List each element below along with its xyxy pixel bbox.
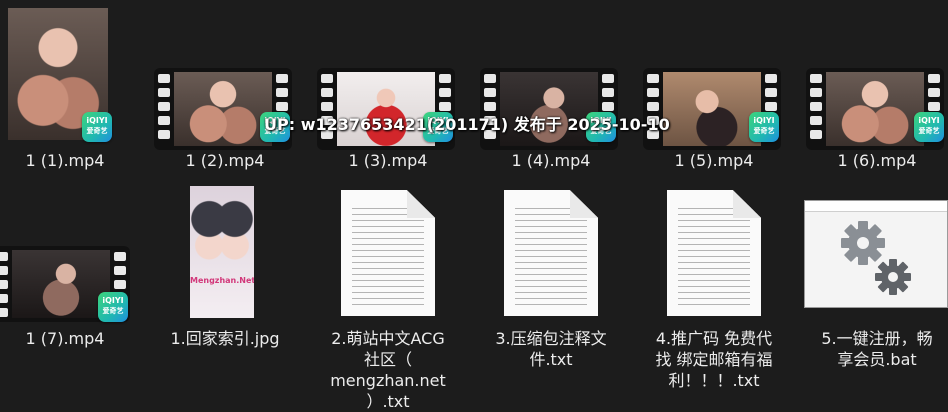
file-name: 1 (3).mp4 bbox=[348, 151, 428, 170]
gears-icon bbox=[841, 221, 911, 295]
file-item-11[interactable]: 4.推广码 免费代 找 绑定邮箱有福 利！！！.txt bbox=[649, 186, 779, 390]
file-item-2[interactable]: iQIYI 爱奇艺 1 (2).mp4 bbox=[154, 8, 292, 208]
text-file-icon bbox=[667, 190, 761, 316]
file-name: 1 (7).mp4 bbox=[25, 329, 105, 348]
text-file-icon bbox=[504, 190, 598, 316]
file-name: 1 (2).mp4 bbox=[185, 151, 265, 170]
file-name: 1.回家索引.jpg bbox=[170, 329, 280, 348]
text-file-icon bbox=[341, 190, 435, 316]
iqiyi-icon: iQIYI 爱奇艺 bbox=[98, 292, 128, 322]
image-thumbnail: Mengzhan.Net bbox=[190, 186, 254, 318]
file-item-3[interactable]: iQIYI 爱奇艺 1 (3).mp4 bbox=[317, 8, 455, 208]
file-name: 1 (5).mp4 bbox=[674, 151, 754, 170]
image-caption: Mengzhan.Net bbox=[190, 275, 254, 285]
file-item-10[interactable]: 3.压缩包注释文 件.txt bbox=[486, 186, 616, 386]
file-name: 5.一键注册，畅 享会员.bat bbox=[821, 329, 933, 369]
iqiyi-icon: iQIYI 爱奇艺 bbox=[914, 112, 944, 142]
file-name: 3.压缩包注释文 件.txt bbox=[495, 329, 607, 369]
file-item-12[interactable]: 5.一键注册，畅 享会员.bat bbox=[804, 186, 948, 386]
iqiyi-icon: iQIYI 爱奇艺 bbox=[749, 112, 779, 142]
file-item-4[interactable]: iQIYI 爱奇艺 1 (4).mp4 bbox=[480, 8, 618, 208]
file-item-8[interactable]: Mengzhan.Net 1.回家索引.jpg bbox=[160, 186, 290, 386]
uploader-watermark: UP: w1237653421(201171) 发布于 2025-10-10 bbox=[264, 115, 670, 134]
file-item-5[interactable]: iQIYI 爱奇艺 1 (5).mp4 bbox=[643, 8, 781, 208]
file-name: 2.萌站中文ACG 社区（ mengzhan.net ）.txt bbox=[330, 329, 446, 411]
file-item-6[interactable]: iQIYI 爱奇艺 1 (6).mp4 bbox=[806, 8, 944, 208]
file-item-7[interactable]: iQIYI 爱奇艺 1 (7).mp4 bbox=[0, 186, 130, 386]
file-item-9[interactable]: 2.萌站中文ACG 社区（ mengzhan.net ）.txt bbox=[323, 186, 453, 411]
file-name: 4.推广码 免费代 找 绑定邮箱有福 利！！！.txt bbox=[655, 329, 773, 390]
batch-file-icon bbox=[804, 200, 948, 308]
file-name: 1 (1).mp4 bbox=[25, 151, 105, 170]
file-name: 1 (4).mp4 bbox=[511, 151, 591, 170]
file-item-1[interactable]: iQIYI 爱奇艺 1 (1).mp4 bbox=[0, 8, 130, 208]
file-name: 1 (6).mp4 bbox=[837, 151, 917, 170]
iqiyi-icon: iQIYI 爱奇艺 bbox=[82, 112, 112, 142]
